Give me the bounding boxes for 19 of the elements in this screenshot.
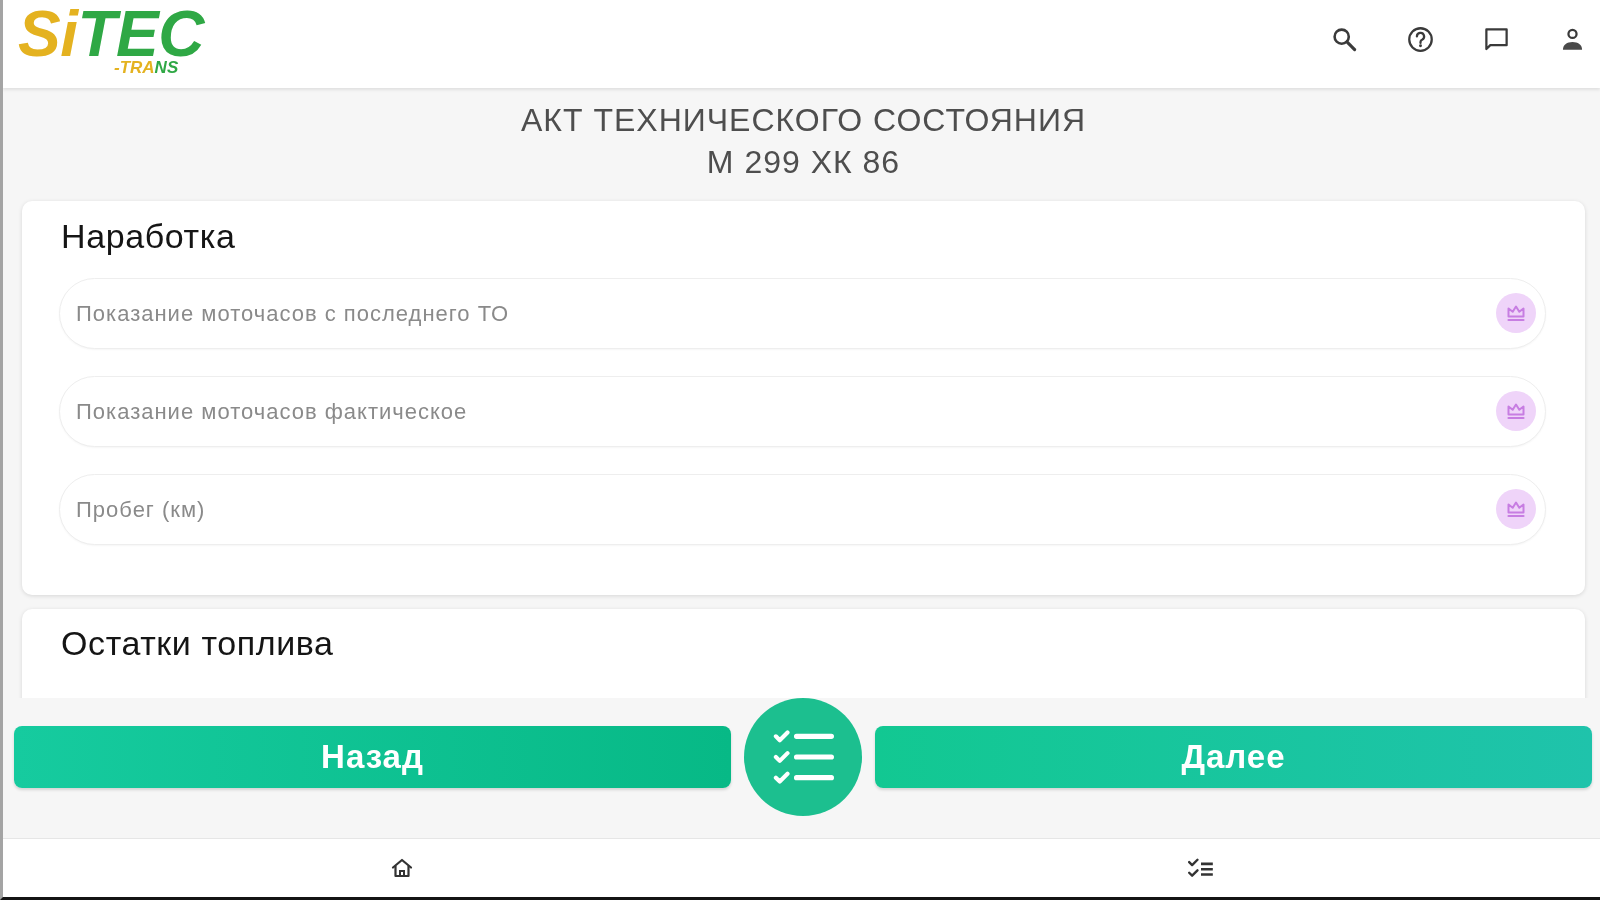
- crown-icon: [1496, 489, 1536, 529]
- page-title: АКТ ТЕХНИЧЕСКОГО СОСТОЯНИЯ: [520, 101, 1087, 140]
- section-heading: Наработка: [61, 218, 237, 254]
- logo-tagline: -TRANS: [114, 59, 179, 75]
- chat-bubble-icon[interactable]: [1483, 25, 1510, 53]
- logo-wordmark: SiTEC: [18, 7, 204, 60]
- crown-icon: [1496, 293, 1536, 333]
- crown-icon: [1496, 391, 1536, 431]
- back-button[interactable]: Назад: [14, 726, 731, 788]
- next-button[interactable]: Далее: [875, 726, 1592, 788]
- input-field[interactable]: Показание моточасов фактическое: [59, 376, 1546, 447]
- section-heading: Остатки топлива: [61, 625, 335, 661]
- question-circle-icon[interactable]: [1407, 25, 1434, 53]
- search-icon[interactable]: [1331, 25, 1358, 53]
- input-field[interactable]: Пробег (км): [59, 474, 1546, 545]
- checklist-icon[interactable]: [1187, 856, 1214, 880]
- checklist-icon: [772, 727, 834, 787]
- vehicle-number: М 299 ХК 86: [705, 143, 902, 182]
- input-field[interactable]: Показание моточасов с последнего ТО: [59, 278, 1546, 349]
